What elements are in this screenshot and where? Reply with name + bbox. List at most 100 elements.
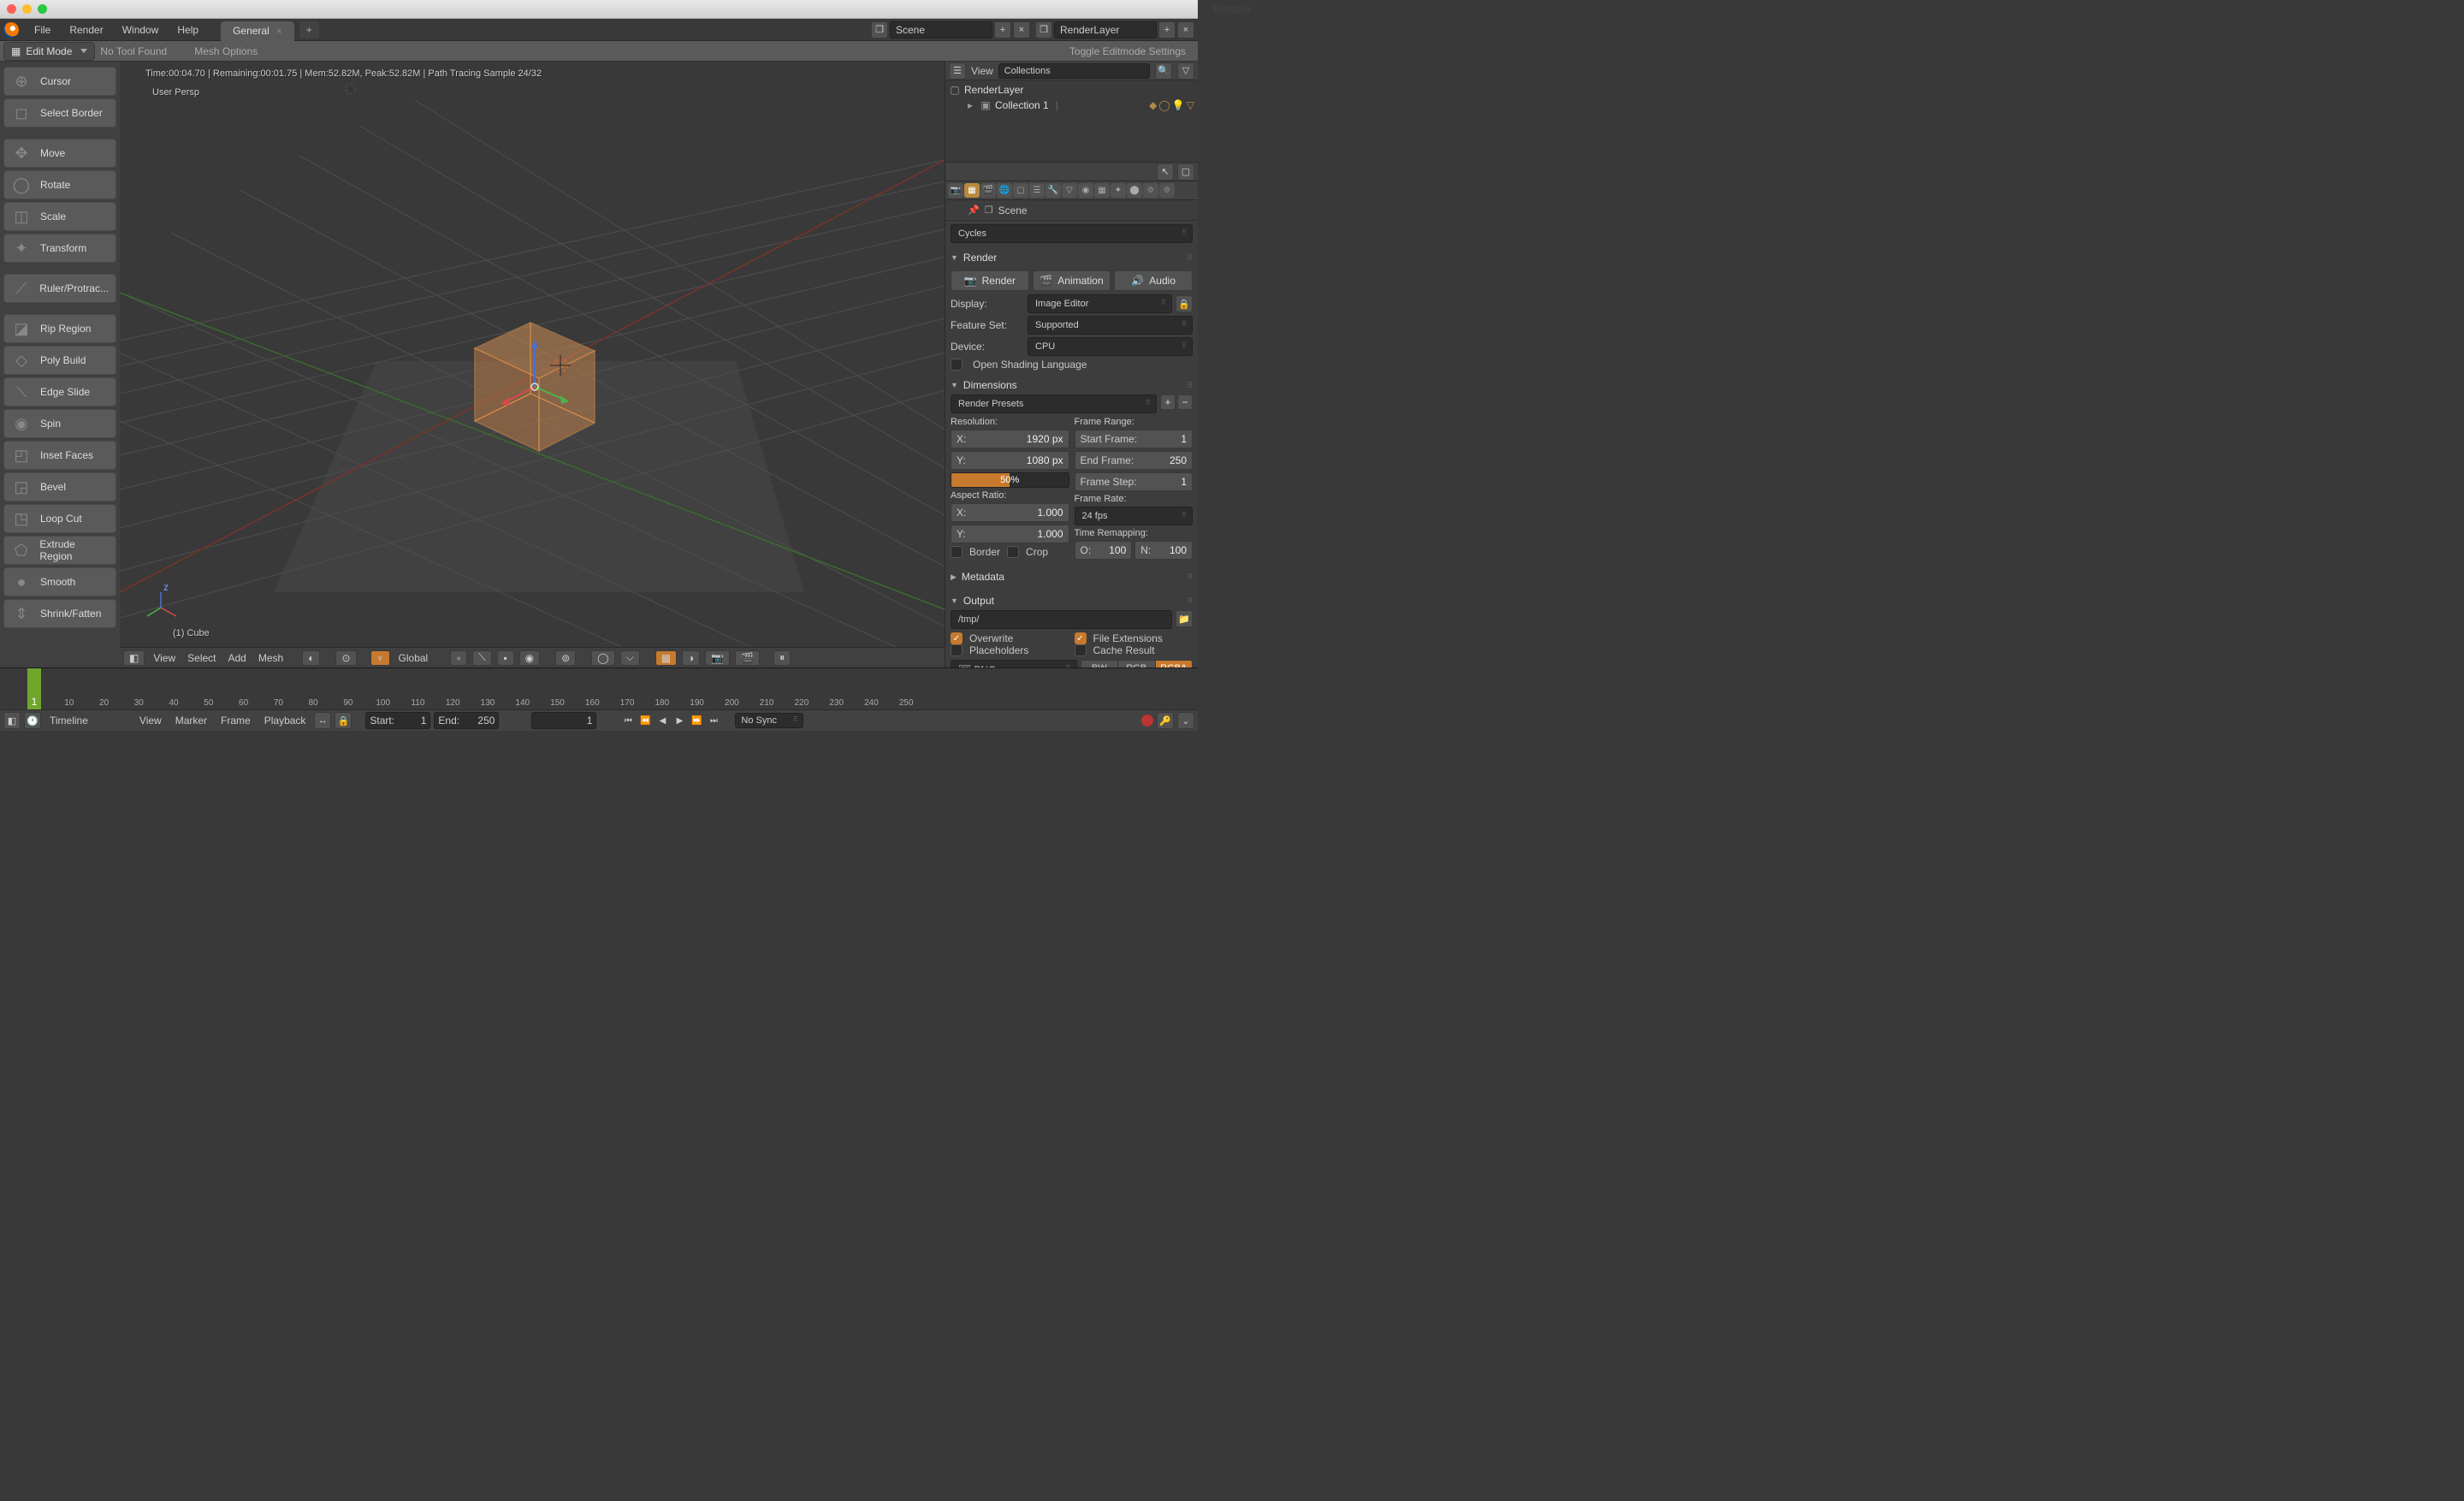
- frame-end-field[interactable]: End Frame:250: [1075, 451, 1194, 470]
- keying-dropdown-icon[interactable]: ⌄: [1177, 712, 1194, 729]
- autokey-record-icon[interactable]: [1141, 715, 1153, 727]
- tool-rotate[interactable]: ◯Rotate: [3, 170, 116, 199]
- keying-set-icon[interactable]: 🔑: [1157, 712, 1174, 729]
- prop-tab-constraints[interactable]: ☰: [1029, 183, 1045, 198]
- vp-menu-mesh[interactable]: Mesh: [255, 652, 287, 664]
- select-vert-icon[interactable]: ▫: [450, 650, 467, 666]
- traffic-close[interactable]: [7, 4, 16, 14]
- pin-icon[interactable]: 📌: [968, 205, 980, 216]
- framerate-dropdown[interactable]: 24 fps: [1075, 507, 1194, 525]
- tool-edge-slide[interactable]: ⟍Edge Slide: [3, 377, 116, 406]
- tool-ruler-protrac-[interactable]: ⟋Ruler/Protrac...: [3, 274, 116, 303]
- scene-add-button[interactable]: +: [994, 21, 1011, 39]
- crop-checkbox[interactable]: [1007, 546, 1019, 558]
- prop-tab-render[interactable]: 📷: [948, 183, 963, 198]
- scene-name-input[interactable]: [890, 21, 992, 39]
- menu-window[interactable]: Window: [114, 21, 168, 39]
- start-frame-field[interactable]: Start:1: [365, 712, 430, 729]
- renderlayer-browse-icon[interactable]: ❒: [1035, 21, 1052, 39]
- vp-menu-view[interactable]: View: [150, 652, 179, 664]
- limit-selection-icon[interactable]: ◉: [519, 650, 540, 666]
- tool-spin[interactable]: ◉Spin: [3, 409, 116, 438]
- restrict-icon[interactable]: ◆: [1149, 99, 1157, 111]
- frame-start-field[interactable]: Start Frame:1: [1075, 430, 1194, 448]
- film-icon[interactable]: 🎬: [735, 650, 760, 666]
- restrict-icon[interactable]: ◯: [1158, 99, 1170, 111]
- proportional-falloff-icon[interactable]: ⌵: [620, 650, 640, 666]
- clock-icon[interactable]: 🕐: [24, 712, 41, 729]
- editor-type-icon[interactable]: ◧: [123, 650, 145, 666]
- prop-tab-object[interactable]: ▢: [1013, 183, 1028, 198]
- shading-icon[interactable]: ◐: [302, 650, 320, 666]
- prop-tab-renderlayers[interactable]: ▦: [964, 183, 980, 198]
- render-preview-icon[interactable]: ▦: [655, 650, 677, 666]
- lock-icon[interactable]: 🔒: [1176, 295, 1193, 312]
- pause-icon[interactable]: ⏸: [773, 650, 791, 666]
- tool-select-border[interactable]: ◻Select Border: [3, 98, 116, 128]
- fileext-checkbox[interactable]: [1075, 632, 1087, 644]
- preset-add-button[interactable]: +: [1160, 395, 1176, 410]
- snap-icon[interactable]: ⊚: [555, 650, 576, 666]
- placeholders-checkbox[interactable]: [951, 644, 962, 656]
- renderlayer-name-input[interactable]: [1054, 21, 1157, 39]
- prop-tab-texture[interactable]: ▦: [1094, 183, 1110, 198]
- color-mode-toggle[interactable]: BW RGB RGBA: [1081, 660, 1194, 667]
- outliner-filter-icon[interactable]: ▽: [1177, 62, 1194, 80]
- outliner-editor-icon[interactable]: ☰: [949, 62, 966, 80]
- traffic-minimize[interactable]: [22, 4, 32, 14]
- 3d-viewport[interactable]: z Time:00:04.70 | Remaining:00:01.75 | M…: [120, 62, 945, 667]
- range-icon[interactable]: ↔: [314, 712, 331, 729]
- panel-metadata-header[interactable]: ▶Metadata⠿: [951, 567, 1193, 586]
- mode-dropdown[interactable]: ▦ Edit Mode: [3, 42, 95, 61]
- scene-browse-icon[interactable]: ❒: [871, 21, 888, 39]
- render-presets-dropdown[interactable]: Render Presets: [951, 395, 1157, 413]
- shading-toggle-icon[interactable]: ◑: [682, 650, 700, 666]
- tl-menu-playback[interactable]: Playback: [259, 715, 311, 727]
- jump-end-icon[interactable]: ⏭: [706, 714, 721, 727]
- tool-extrude-region[interactable]: ⬠Extrude Region: [3, 536, 116, 565]
- prop-tab-world[interactable]: 🌐: [997, 183, 1012, 198]
- outliner-search-icon[interactable]: 🔍: [1155, 62, 1172, 80]
- restrict-icon[interactable]: 💡: [1172, 99, 1185, 111]
- panel-output-header[interactable]: ▼Output⠿: [951, 591, 1193, 610]
- tool-bevel[interactable]: ◲Bevel: [3, 472, 116, 501]
- tool-poly-build[interactable]: ◇Poly Build: [3, 346, 116, 375]
- vp-menu-select[interactable]: Select: [184, 652, 219, 664]
- tool-cursor[interactable]: ⊕Cursor: [3, 67, 116, 96]
- tool-loop-cut[interactable]: ◳Loop Cut: [3, 504, 116, 533]
- prop-tab-extra2[interactable]: ⟐: [1159, 183, 1175, 198]
- sync-dropdown[interactable]: No Sync: [735, 713, 803, 728]
- tool-transform[interactable]: ✦Transform: [3, 234, 116, 263]
- toggle-editmode-settings[interactable]: Toggle Editmode Settings: [1069, 45, 1194, 57]
- osl-checkbox[interactable]: [951, 359, 962, 371]
- tl-menu-frame[interactable]: Frame: [216, 715, 256, 727]
- renderlayer-remove-button[interactable]: ×: [1177, 21, 1194, 39]
- prop-tab-data[interactable]: ▽: [1062, 183, 1077, 198]
- output-browse-icon[interactable]: 📁: [1176, 610, 1193, 627]
- frame-step-field[interactable]: Frame Step:1: [1075, 472, 1194, 491]
- timeline-editor-icon[interactable]: ◧: [3, 712, 21, 729]
- preset-remove-button[interactable]: −: [1177, 395, 1193, 410]
- cache-checkbox[interactable]: [1075, 644, 1087, 656]
- select-edge-icon[interactable]: ⟍: [472, 650, 491, 666]
- tool-scale[interactable]: ◫Scale: [3, 202, 116, 231]
- featureset-dropdown[interactable]: Supported: [1028, 316, 1193, 335]
- add-workspace-button[interactable]: +: [299, 21, 319, 39]
- menu-render[interactable]: Render: [61, 21, 111, 39]
- select-face-icon[interactable]: ▪: [497, 650, 514, 666]
- aspect-y-field[interactable]: Y:1.000: [951, 525, 1069, 543]
- play-reverse-icon[interactable]: ◀: [654, 714, 670, 727]
- render-engine-dropdown[interactable]: Cycles: [951, 224, 1193, 243]
- panel-dimensions-header[interactable]: ▼Dimensions⠿: [951, 376, 1193, 395]
- animation-button[interactable]: 🎬Animation: [1033, 270, 1111, 291]
- aspect-x-field[interactable]: X:1.000: [951, 503, 1069, 522]
- render-button[interactable]: 📷Render: [951, 270, 1029, 291]
- output-path-input[interactable]: [951, 610, 1172, 629]
- outliner-display-dropdown[interactable]: Collections: [998, 63, 1150, 79]
- lock-range-icon[interactable]: 🔒: [335, 712, 352, 729]
- display-dropdown[interactable]: Image Editor: [1028, 294, 1172, 313]
- expand-icon[interactable]: ▸: [964, 99, 976, 111]
- border-checkbox[interactable]: [951, 546, 962, 558]
- traffic-zoom[interactable]: [38, 4, 47, 14]
- res-percent-slider[interactable]: 50%: [951, 472, 1069, 488]
